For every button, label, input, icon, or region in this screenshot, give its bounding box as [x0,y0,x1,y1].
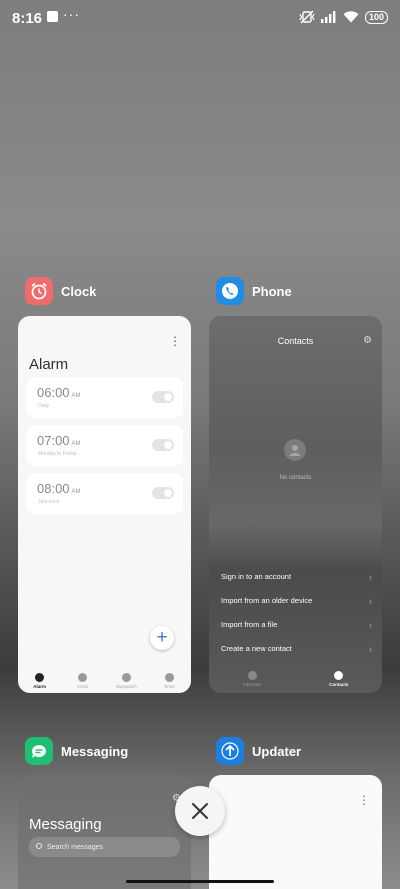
nav-label: Favorites [242,682,262,687]
chevron-right-icon: › [369,572,372,582]
app-name-clock: Clock [61,283,97,299]
option-label: Create a new contact [221,644,292,653]
alarm-ampm: AM [71,441,81,447]
option-label: Import from an older device [221,596,313,605]
alarm-time: 08:00 [37,481,70,496]
chevron-right-icon: › [369,620,372,630]
updater-app-card[interactable]: ⋮ [209,775,382,889]
alarm-icon [35,673,45,682]
nav-item-alarm: Alarm [20,673,60,689]
search-messages-field: Search messages [29,837,180,857]
alarm-time: 07:00 [37,433,70,448]
alarm-repeat: Daily [38,403,50,409]
signal-icon [320,11,336,23]
alarm-row: 08:00 AM Just once [26,473,183,514]
phone-icon [247,671,257,680]
option-import-file: Import from a file › [221,620,372,630]
phone-app-card[interactable]: Contacts ⚙ No contacts Sign in to an acc… [209,316,382,693]
alarm-ampm: AM [71,489,81,495]
home-indicator[interactable] [126,880,274,883]
contacts-screen-title: Contacts [277,336,314,346]
nav-item-contacts: Contacts [319,671,359,687]
option-label: Sign in to an account [221,572,292,581]
alarm-row: 07:00 AM Monday to Friday [26,425,183,466]
app-header-updater[interactable]: Updater [216,737,301,765]
alarm-row: 06:00 AM Daily [26,377,183,418]
clock-app-icon [25,277,53,305]
add-alarm-button: + [150,626,174,650]
wifi-icon [343,11,359,23]
settings-gear-icon: ⚙ [363,335,372,346]
alarm-toggle [152,391,174,403]
option-sign-in: Sign in to an account › [221,572,372,582]
status-icons: 100 [299,10,388,24]
alarm-repeat: Monday to Friday [38,451,77,457]
alarm-time: 06:00 [37,385,70,400]
option-create-contact: Create a new contact › [221,644,372,654]
alarm-ampm: AM [71,393,81,399]
alarm-toggle [152,439,174,451]
battery-icon: 100 [364,10,388,24]
nav-label: Timer [163,684,176,689]
timer-icon [164,673,174,682]
app-header-messaging[interactable]: Messaging [25,737,128,765]
status-time: 8:16 [12,10,43,27]
phone-app-icon [216,277,244,305]
notification-icon [47,11,58,22]
messaging-app-card[interactable]: ⚙ Messaging Search messages [18,775,191,889]
nav-item-stopwatch: Stopwatch [106,673,146,689]
chevron-right-icon: › [369,596,372,606]
app-header-clock[interactable]: Clock [25,277,96,305]
more-notifications-icon: ··· [63,6,80,22]
clock-bottom-nav: Alarm Clock Stopwatch Timer [18,673,191,689]
clock-menu-icon: ⋮ [169,334,181,348]
app-header-phone[interactable]: Phone [216,277,292,305]
clock-icon [78,673,88,682]
app-name-updater: Updater [252,743,302,759]
stopwatch-icon [121,673,131,682]
clock-app-card[interactable]: ⋮ Alarm 06:00 AM Daily 07:00 AM Monday to … [18,316,191,693]
app-name-messaging: Messaging [61,743,129,759]
option-label: Import from a file [221,620,278,629]
nav-label: Alarm [33,684,46,689]
chevron-right-icon: › [369,644,372,654]
clear-all-button[interactable] [175,786,225,836]
nav-item-favorites: Favorites [232,671,272,687]
search-placeholder: Search messages [47,843,104,851]
alarm-repeat: Just once [38,499,60,505]
close-icon [192,803,208,819]
option-import-device: Import from an older device › [221,596,372,606]
alarm-screen-title: Alarm [29,356,69,373]
search-icon [36,843,42,849]
empty-contact-icon [284,439,306,461]
app-name-phone: Phone [252,283,292,299]
no-contacts-text: No contacts [279,475,312,481]
messaging-screen-title: Messaging [29,816,102,833]
updater-menu-icon: ⋮ [358,793,370,807]
alarm-toggle [152,487,174,499]
person-icon [334,671,344,680]
messaging-app-icon [25,737,53,765]
updater-app-icon [216,737,244,765]
nav-item-clock: Clock [63,673,103,689]
nav-label: Contacts [329,682,349,687]
vibrate-off-icon [299,10,315,24]
nav-label: Stopwatch [115,684,137,689]
status-bar: 8:16 ··· 100 [0,0,400,36]
nav-item-timer: Timer [149,673,189,689]
phone-bottom-nav: Favorites Contacts [209,671,382,687]
nav-label: Clock [77,684,89,689]
